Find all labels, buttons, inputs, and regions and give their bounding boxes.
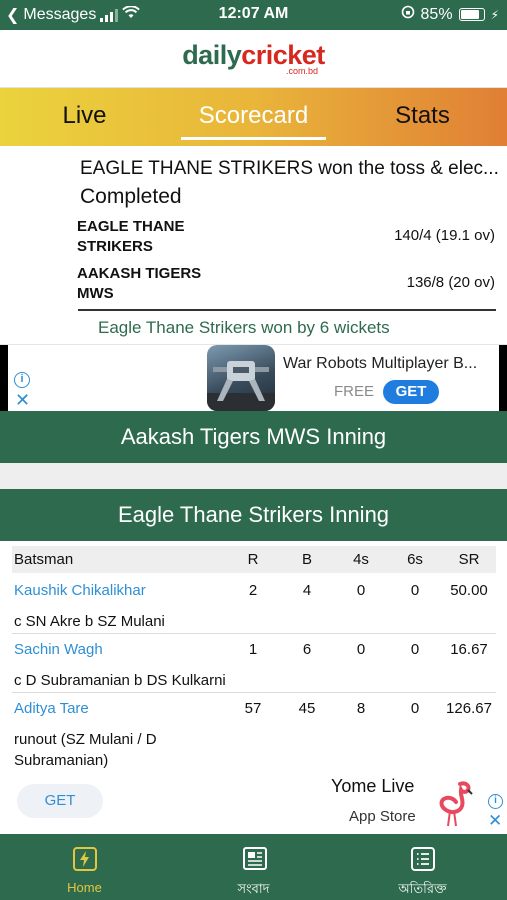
status-bar-right: 85% ⚡ bbox=[401, 5, 499, 24]
tab-live[interactable]: Live bbox=[0, 88, 169, 146]
section-gap bbox=[0, 463, 507, 489]
batsman-name-link[interactable]: Aditya Tare bbox=[14, 700, 89, 717]
fours: 8 bbox=[356, 700, 366, 717]
header-runs: R bbox=[247, 551, 259, 568]
batting-table-header: Batsman R B 4s 6s SR bbox=[12, 546, 496, 573]
list-icon bbox=[410, 846, 436, 872]
battery-percent: 85% bbox=[420, 5, 453, 23]
batsman-name-link[interactable]: Sachin Wagh bbox=[14, 641, 103, 658]
bottom-ad-banner[interactable]: GET Yome Live App Store i ✕ bbox=[0, 772, 507, 834]
header-fours: 4s bbox=[353, 551, 369, 568]
tab-stats[interactable]: Stats bbox=[338, 88, 507, 146]
ad-title[interactable]: War Robots Multiplayer B... bbox=[283, 355, 477, 373]
match-result: Eagle Thane Strikers won by 6 wickets bbox=[98, 318, 390, 337]
match-status: Completed bbox=[80, 185, 182, 208]
table-row: Aditya Tare 57 45 8 0 126.67 runout (SZ … bbox=[12, 700, 496, 772]
runs: 2 bbox=[248, 582, 258, 599]
sixes: 0 bbox=[410, 582, 420, 599]
runs: 1 bbox=[248, 641, 258, 658]
strike-rate: 126.67 bbox=[446, 700, 492, 717]
ad-banner[interactable]: i ✕ War Robots Multiplayer B... FREE GET bbox=[0, 344, 507, 412]
newspaper-icon bbox=[241, 846, 267, 872]
dismissal-info: c D Subramanian b DS Kulkarni bbox=[14, 672, 226, 689]
app-logo[interactable]: dailycricket bbox=[0, 40, 507, 71]
table-row: Sachin Wagh 1 6 0 0 16.67 c D Subramania… bbox=[12, 641, 496, 691]
nav-label: Home bbox=[67, 880, 102, 895]
bottom-ad-close-icon[interactable]: ✕ bbox=[488, 812, 502, 829]
header-strike-rate: SR bbox=[458, 551, 480, 568]
fours: 0 bbox=[356, 582, 366, 599]
balls: 4 bbox=[302, 582, 312, 599]
divider bbox=[78, 309, 496, 311]
bottom-ad-info-icon[interactable]: i bbox=[488, 794, 503, 809]
flamingo-logo-icon[interactable] bbox=[430, 778, 474, 828]
nav-label: সংবাদ bbox=[237, 881, 270, 896]
row-divider bbox=[12, 692, 496, 693]
ad-border-right bbox=[499, 345, 507, 412]
ad-app-thumbnail[interactable] bbox=[207, 345, 275, 411]
ad-price: FREE bbox=[334, 383, 375, 400]
dismissal-info: c SN Akre b SZ Mulani bbox=[14, 613, 165, 630]
nav-label: অতিরিক্ত bbox=[398, 881, 447, 896]
team-name: EAGLE THANE STRIKERS bbox=[77, 218, 185, 255]
app-header: dailycricket .com.bd bbox=[0, 30, 507, 88]
toss-info: EAGLE THANE STRIKERS won the toss & elec… bbox=[80, 158, 499, 179]
nav-news[interactable]: সংবাদ bbox=[169, 834, 338, 900]
row-divider bbox=[12, 633, 496, 634]
bottom-navigation: Home সংবাদ অতিরিক্ত bbox=[0, 834, 507, 900]
fours: 0 bbox=[356, 641, 366, 658]
header-sixes: 6s bbox=[407, 551, 423, 568]
bottom-ad-get-button[interactable]: GET bbox=[17, 784, 103, 818]
tab-scorecard[interactable]: Scorecard bbox=[169, 88, 338, 146]
logo-domain: .com.bd bbox=[286, 66, 319, 76]
bottom-ad-store: App Store bbox=[349, 808, 416, 825]
status-bar: ❮ Messages 12:07 AM 85% ⚡ bbox=[0, 0, 507, 30]
charging-icon: ⚡ bbox=[490, 7, 499, 22]
nav-home[interactable]: Home bbox=[0, 834, 169, 900]
inning-header-aakash[interactable]: Aakash Tigers MWS Inning bbox=[0, 411, 507, 463]
strike-rate: 16.67 bbox=[450, 641, 488, 658]
logo-text-daily: daily bbox=[182, 40, 242, 70]
table-row: Kaushik Chikalikhar 2 4 0 0 50.00 c SN A… bbox=[12, 582, 496, 632]
rotation-lock-icon bbox=[401, 5, 415, 24]
header-balls: B bbox=[301, 551, 312, 568]
balls: 45 bbox=[298, 700, 316, 717]
team-name: AAKASH TIGERS MWS bbox=[77, 265, 202, 302]
runs: 57 bbox=[244, 700, 262, 717]
strike-rate: 50.00 bbox=[450, 582, 488, 599]
ad-border-left bbox=[0, 345, 8, 412]
dismissal-info: runout (SZ Mulani / D Subramanian) bbox=[14, 731, 157, 769]
balls: 6 bbox=[302, 641, 312, 658]
sixes: 0 bbox=[410, 700, 420, 717]
battery-icon bbox=[458, 8, 485, 21]
ad-close-icon[interactable]: ✕ bbox=[15, 391, 30, 409]
team-score: 136/8 (20 ov) bbox=[406, 274, 495, 291]
inning-header-eagle[interactable]: Eagle Thane Strikers Inning bbox=[0, 489, 507, 541]
nav-extra[interactable]: অতিরিক্ত bbox=[338, 834, 507, 900]
sixes: 0 bbox=[410, 641, 420, 658]
tab-bar: Live Scorecard Stats bbox=[0, 88, 507, 146]
header-batsman: Batsman bbox=[14, 551, 74, 568]
team-score: 140/4 (19.1 ov) bbox=[394, 227, 495, 244]
bolt-icon bbox=[72, 846, 98, 872]
ad-info-icon[interactable]: i bbox=[14, 372, 30, 388]
bottom-ad-title[interactable]: Yome Live bbox=[331, 776, 414, 797]
ad-get-button[interactable]: GET bbox=[383, 380, 439, 404]
batsman-name-link[interactable]: Kaushik Chikalikhar bbox=[14, 582, 146, 599]
